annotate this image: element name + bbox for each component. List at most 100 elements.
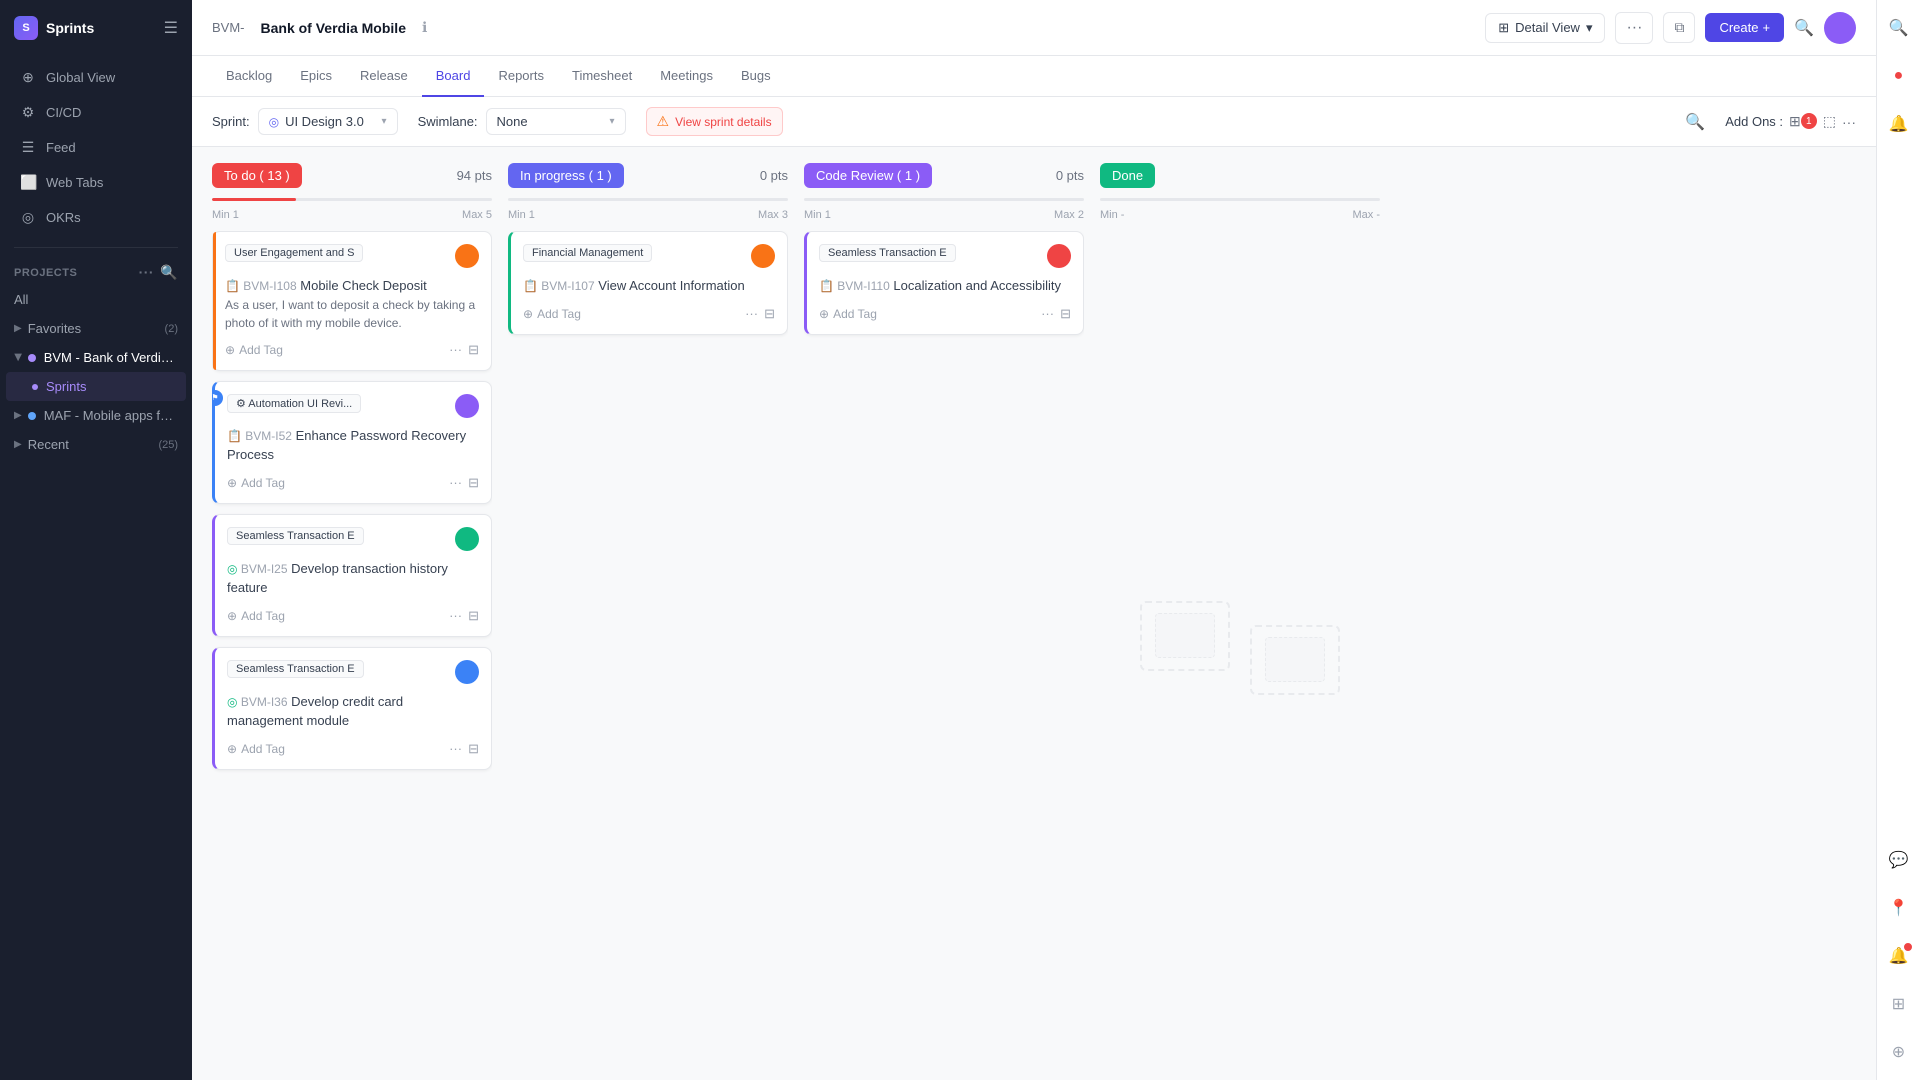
card-more-button[interactable]: ···	[449, 608, 462, 623]
sidebar-item-label: CI/CD	[46, 105, 81, 120]
web-tabs-icon: ⬜	[20, 174, 36, 191]
tab-bugs[interactable]: Bugs	[727, 56, 785, 97]
card-header: Seamless Transaction E	[227, 660, 479, 684]
empty-placeholder-cards	[1140, 601, 1340, 695]
detail-view-dropdown-arrow: ▾	[1586, 20, 1593, 36]
main-content: BVM- Bank of Verdia Mobile ℹ ⊞ Detail Vi…	[192, 0, 1876, 1080]
addon-more-icon[interactable]: ···	[1842, 114, 1856, 130]
tab-timesheet[interactable]: Timesheet	[558, 56, 646, 97]
codereview-badge: Code Review ( 1 )	[804, 163, 932, 188]
sidebar-item-maf[interactable]: ▶ MAF - Mobile apps fo...	[0, 401, 192, 430]
topbar-actions: ⊞ Detail View ▾ ··· ⧉ Create + 🔍	[1485, 12, 1856, 44]
tab-reports[interactable]: Reports	[484, 56, 558, 97]
sidebar-item-web-tabs[interactable]: ⬜ Web Tabs	[6, 165, 186, 200]
add-tag-button[interactable]: ⊕ Add Tag	[819, 307, 877, 321]
swimlane-value: None	[497, 114, 528, 129]
projects-search-icon[interactable]: 🔍	[160, 264, 178, 281]
add-tag-button[interactable]: ⊕ Add Tag	[225, 343, 283, 357]
tag-icon: ⊕	[225, 343, 235, 357]
card-footer: ⊕ Add Tag ··· ⊟	[819, 306, 1071, 322]
sidebar-item-global-view[interactable]: ⊕ Global View	[6, 60, 186, 95]
addon-icon-2[interactable]: ⬚	[1823, 113, 1836, 130]
card-bvm-52: ⚙ Automation UI Revi... ⚑ 📋 BVM-I52 Enha…	[212, 381, 492, 504]
add-tag-button[interactable]: ⊕ Add Tag	[523, 307, 581, 321]
column-todo-header: To do ( 13 ) 94 pts	[212, 163, 492, 188]
info-icon[interactable]: ℹ	[422, 19, 427, 36]
card-archive-button[interactable]: ⊟	[468, 475, 479, 491]
card-more-button[interactable]: ···	[1041, 306, 1054, 321]
sidebar-brand[interactable]: S Sprints	[14, 16, 94, 40]
card-archive-button[interactable]: ⊟	[468, 342, 479, 358]
swimlane-label: Swimlane:	[418, 114, 478, 129]
codereview-minmax: Min 1 Max 2	[804, 209, 1084, 221]
board-search-icon[interactable]: 🔍	[1685, 112, 1705, 132]
card-header: Financial Management	[523, 244, 775, 268]
right-chat-icon[interactable]: 💬	[1883, 844, 1915, 876]
addon-icon-1[interactable]: ⊞	[1789, 113, 1801, 130]
sidebar-item-bvm[interactable]: ▶ BVM - Bank of Verdia...	[0, 343, 192, 372]
tab-backlog[interactable]: Backlog	[212, 56, 286, 97]
card-actions: ··· ⊟	[449, 342, 479, 358]
card-archive-button[interactable]: ⊟	[1060, 306, 1071, 322]
right-plus-icon[interactable]: ⊕	[1883, 1036, 1915, 1068]
create-button[interactable]: Create +	[1705, 13, 1784, 42]
inprogress-minmax: Min 1 Max 3	[508, 209, 788, 221]
card-archive-button[interactable]: ⊟	[764, 306, 775, 322]
projects-more-icon[interactable]: ···	[139, 264, 155, 281]
placeholder-inner-2	[1265, 637, 1325, 682]
card-more-button[interactable]: ···	[449, 342, 462, 357]
add-tag-button[interactable]: ⊕ Add Tag	[227, 742, 285, 756]
swimlane-select[interactable]: None ▾	[486, 108, 626, 135]
card-more-button[interactable]: ···	[745, 306, 758, 321]
brand-label: Sprints	[46, 20, 94, 36]
card-bvm-107: Financial Management 📋 BVM-I107 View Acc…	[508, 231, 788, 335]
column-inprogress-header: In progress ( 1 ) 0 pts	[508, 163, 788, 188]
right-grid-icon[interactable]: ⊞	[1883, 988, 1915, 1020]
sidebar-item-recent[interactable]: ▶ Recent (25)	[0, 430, 192, 459]
tag-icon: ⊕	[227, 609, 237, 623]
view-sprint-details-link[interactable]: ⚠ View sprint details	[646, 107, 783, 136]
card-more-button[interactable]: ···	[449, 475, 462, 490]
tab-board[interactable]: Board	[422, 56, 485, 97]
topbar-search-icon[interactable]: 🔍	[1794, 18, 1814, 38]
chevron-down-icon: ▶	[12, 354, 23, 362]
warning-icon: ⚠	[657, 113, 670, 130]
card-id: 📋 BVM-I52	[227, 429, 292, 443]
column-done: Done Min - Max -	[1100, 163, 1380, 1064]
add-tag-button[interactable]: ⊕ Add Tag	[227, 476, 285, 490]
done-progress-track	[1100, 198, 1380, 201]
detail-view-button[interactable]: ⊞ Detail View ▾	[1485, 13, 1605, 43]
add-tag-button[interactable]: ⊕ Add Tag	[227, 609, 285, 623]
empty-column-placeholder	[1100, 231, 1380, 1064]
sidebar-item-all[interactable]: All	[0, 285, 192, 314]
sidebar-toggle-icon[interactable]: ☰	[164, 18, 178, 38]
right-location-icon[interactable]: 📍	[1883, 892, 1915, 924]
sidebar-item-feed[interactable]: ☰ Feed	[6, 130, 186, 165]
sidebar-item-okrs[interactable]: ◎ OKRs	[6, 200, 186, 235]
tab-epics[interactable]: Epics	[286, 56, 346, 97]
sidebar-item-cicd[interactable]: ⚙ CI/CD	[6, 95, 186, 130]
right-active-icon[interactable]: ●	[1883, 60, 1915, 92]
done-cards	[1100, 231, 1380, 1064]
sidebar-sub-item-bvm-active[interactable]: Sprints	[6, 372, 186, 401]
user-avatar[interactable]	[1824, 12, 1856, 44]
card-more-button[interactable]: ···	[449, 741, 462, 756]
todo-cards: User Engagement and S 📋 BVM-I108 Mobile …	[212, 231, 492, 1064]
card-archive-button[interactable]: ⊟	[468, 608, 479, 624]
right-bell-icon[interactable]: 🔔	[1883, 108, 1915, 140]
card-archive-button[interactable]: ⊟	[468, 741, 479, 757]
sprint-dropdown-arrow: ▾	[382, 116, 387, 127]
filter-button[interactable]: ⧉	[1663, 12, 1695, 43]
create-plus-icon: +	[1762, 20, 1770, 35]
column-done-header: Done	[1100, 163, 1380, 188]
sprint-select[interactable]: ◎ UI Design 3.0 ▾	[258, 108, 398, 135]
card-id-title: 📋 BVM-I52 Enhance Password Recovery Proc…	[227, 426, 479, 465]
card-avatar	[1047, 244, 1071, 268]
tab-meetings[interactable]: Meetings	[646, 56, 727, 97]
tab-release[interactable]: Release	[346, 56, 422, 97]
more-options-button[interactable]: ···	[1615, 12, 1653, 44]
right-notification-icon[interactable]: 🔔	[1883, 940, 1915, 972]
right-search-icon[interactable]: 🔍	[1883, 12, 1915, 44]
sidebar-item-favorites[interactable]: ▶ Favorites (2)	[0, 314, 192, 343]
tab-nav: Backlog Epics Release Board Reports Time…	[192, 56, 1876, 97]
